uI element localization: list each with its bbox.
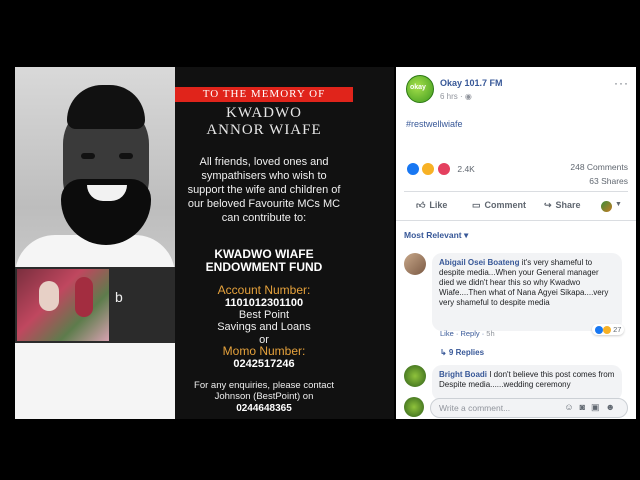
comment-icon: ▭ xyxy=(472,200,481,210)
more-options-icon[interactable]: ··· xyxy=(614,76,629,90)
divider xyxy=(396,220,636,221)
camera-icon[interactable]: ◙ xyxy=(580,402,591,412)
globe-small-icon: ◉ xyxy=(464,92,472,101)
comment-sort-dropdown[interactable]: Most Relevant ▾ xyxy=(404,230,468,241)
comment-bubble: Bright Boadi I don't believe this post c… xyxy=(432,365,622,401)
momo-heading: Momo Number: xyxy=(222,344,306,358)
reaction-summary[interactable]: 2.4K xyxy=(406,160,475,176)
caret-down-icon[interactable]: ▼ xyxy=(615,201,622,208)
enquiries-text: For any enquiries, please contact Johnso… xyxy=(194,380,334,402)
view-replies-link[interactable]: ↳ 9 Replies xyxy=(440,348,484,357)
enquiries-number: 0244648365 xyxy=(236,403,292,414)
like-reaction-icon xyxy=(595,326,603,335)
share-button[interactable]: ↪ Share xyxy=(544,200,581,211)
divider xyxy=(404,191,628,192)
gif-icon[interactable]: ▣ xyxy=(591,402,606,412)
bank-name: Best Point Savings and Loans xyxy=(217,309,311,333)
page-name-link[interactable]: Okay 101.7 FM xyxy=(440,78,503,88)
comment-input[interactable]: Write a comment... ☺◙▣☻ xyxy=(430,398,628,418)
hashtag-link[interactable]: #restwellwiafe xyxy=(406,119,463,129)
comment-author[interactable]: Bright Boadi xyxy=(439,370,487,379)
shares-count[interactable]: 63 Shares xyxy=(589,176,628,186)
facebook-post: okay Okay 101.7 FM 6 hrs · ◉ ··· #restwe… xyxy=(396,67,636,419)
emoji-icon[interactable]: ☺ xyxy=(564,402,579,412)
sad-reaction-icon xyxy=(421,161,436,176)
sad-reaction-icon xyxy=(603,326,611,335)
account-heading: Account Number: xyxy=(217,283,311,297)
comment-bubble: Abigail Osei Boateng it's very shameful … xyxy=(432,253,622,331)
momo-number: 0242517246 xyxy=(233,358,295,370)
love-reaction-icon xyxy=(436,161,451,176)
comment-reactions[interactable]: 27 xyxy=(592,324,625,336)
appeal-text: All friends, loved ones and sympathisers… xyxy=(187,156,341,224)
comment-reply-link[interactable]: Reply xyxy=(460,329,479,338)
commenter-avatar[interactable] xyxy=(404,253,426,275)
comment-time: 5h xyxy=(486,329,495,338)
fund-name: KWADWO WIAFE ENDOWMENT FUND xyxy=(205,247,323,274)
deceased-name: KWADWO ANNOR WIAFE xyxy=(206,105,322,138)
user-avatar xyxy=(404,397,424,417)
page-avatar[interactable]: okay xyxy=(406,75,434,103)
post-time[interactable]: 6 hrs · ◉ xyxy=(440,92,472,101)
composer-icons: ☺◙▣☻ xyxy=(564,402,621,413)
like-button[interactable]: 👍︎ Like xyxy=(416,200,447,211)
comment-button[interactable]: ▭ Comment xyxy=(472,200,526,211)
audience-globe-icon[interactable] xyxy=(601,201,612,212)
like-reaction-icon xyxy=(406,161,420,176)
share-icon: ↪ xyxy=(544,200,552,210)
thumbs-up-icon: 👍︎ xyxy=(416,200,426,210)
comments-count[interactable]: 248 Comments xyxy=(570,162,628,172)
comment-author[interactable]: Abigail Osei Boateng xyxy=(439,258,519,267)
comment-actions: Like · Reply · 5h xyxy=(440,329,495,338)
comment-like-link[interactable]: Like xyxy=(440,329,454,338)
memory-banner: TO THE MEMORY OF xyxy=(175,87,353,102)
memorial-flyer: b TO THE MEMORY OF KWADWO ANNOR WIAFE Al… xyxy=(15,67,394,419)
sticker-icon[interactable]: ☻ xyxy=(606,402,621,412)
memorial-photo: b xyxy=(15,67,175,419)
commenter-avatar[interactable] xyxy=(404,365,426,387)
